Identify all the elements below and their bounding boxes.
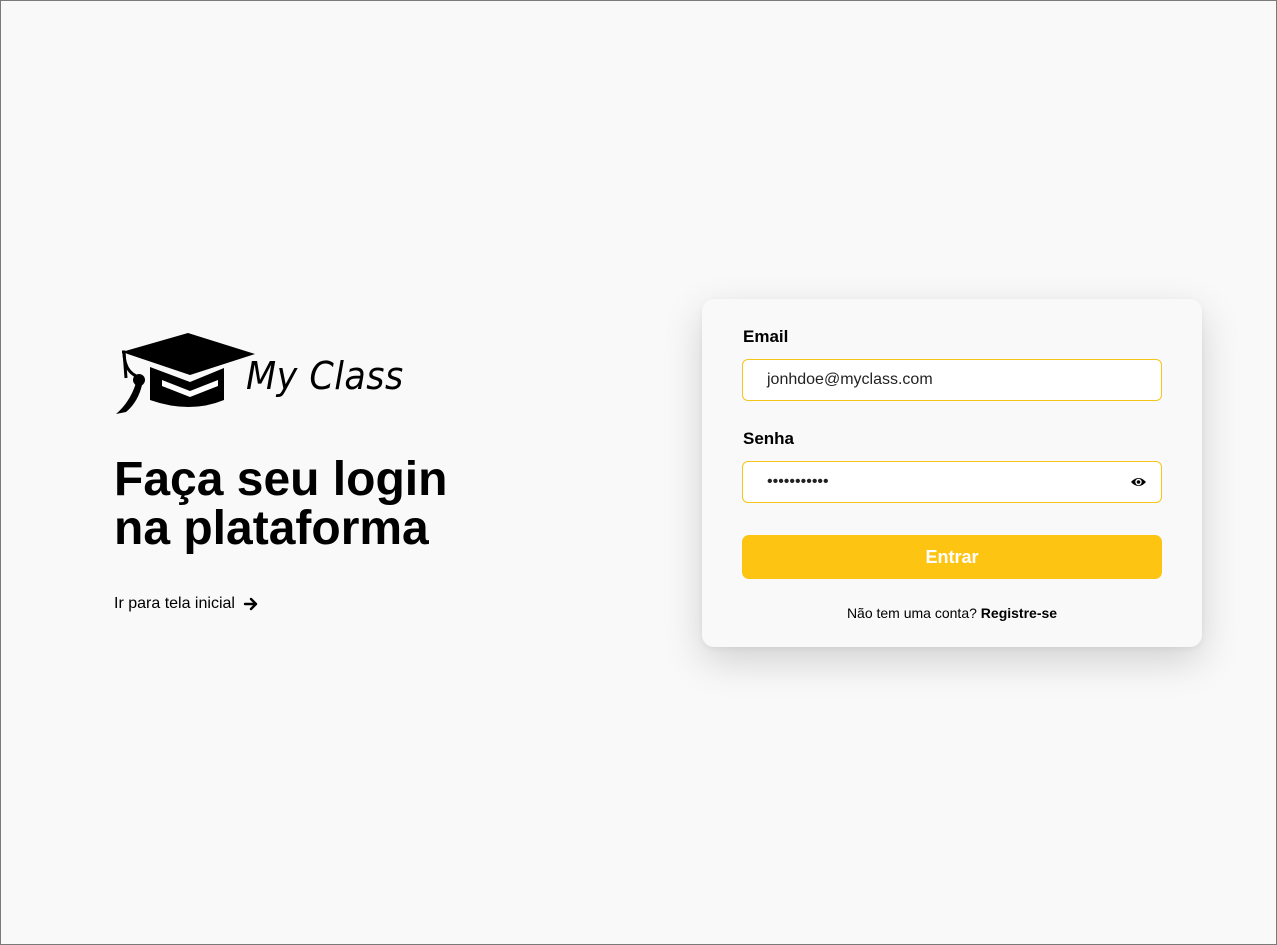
password-label: Senha: [743, 429, 795, 448]
headline-line-1: Faça seu login: [114, 453, 448, 506]
brand-logo: My Class: [114, 328, 414, 416]
email-field[interactable]: jonhdoe@myclass.com: [742, 359, 1162, 401]
home-link[interactable]: Ir para tela inicial: [114, 595, 259, 613]
eye-icon[interactable]: [1130, 475, 1147, 489]
login-card: Email jonhdoe@myclass.com Senha ••••••••…: [702, 299, 1202, 647]
signup-text: Não tem uma conta?: [846, 605, 977, 621]
arrow-right-icon: [243, 597, 258, 611]
email-value: jonhdoe@myclass.com: [767, 371, 933, 388]
signup-link[interactable]: Registre-se: [981, 605, 1057, 621]
password-field[interactable]: •••••••••••: [742, 461, 1162, 503]
signup-prompt: Não tem uma conta? Registre-se: [702, 605, 1202, 621]
headline-line-2: na plataforma: [114, 502, 429, 555]
graduation-cap-icon: [116, 333, 255, 414]
password-value: •••••••••••: [767, 473, 829, 490]
home-link-label: Ir para tela inicial: [114, 595, 235, 612]
email-label: Email: [743, 327, 789, 346]
submit-button[interactable]: Entrar: [742, 535, 1162, 579]
page-title: Faça seu login na plataforma: [114, 455, 534, 553]
brand-name: My Class: [246, 354, 404, 398]
